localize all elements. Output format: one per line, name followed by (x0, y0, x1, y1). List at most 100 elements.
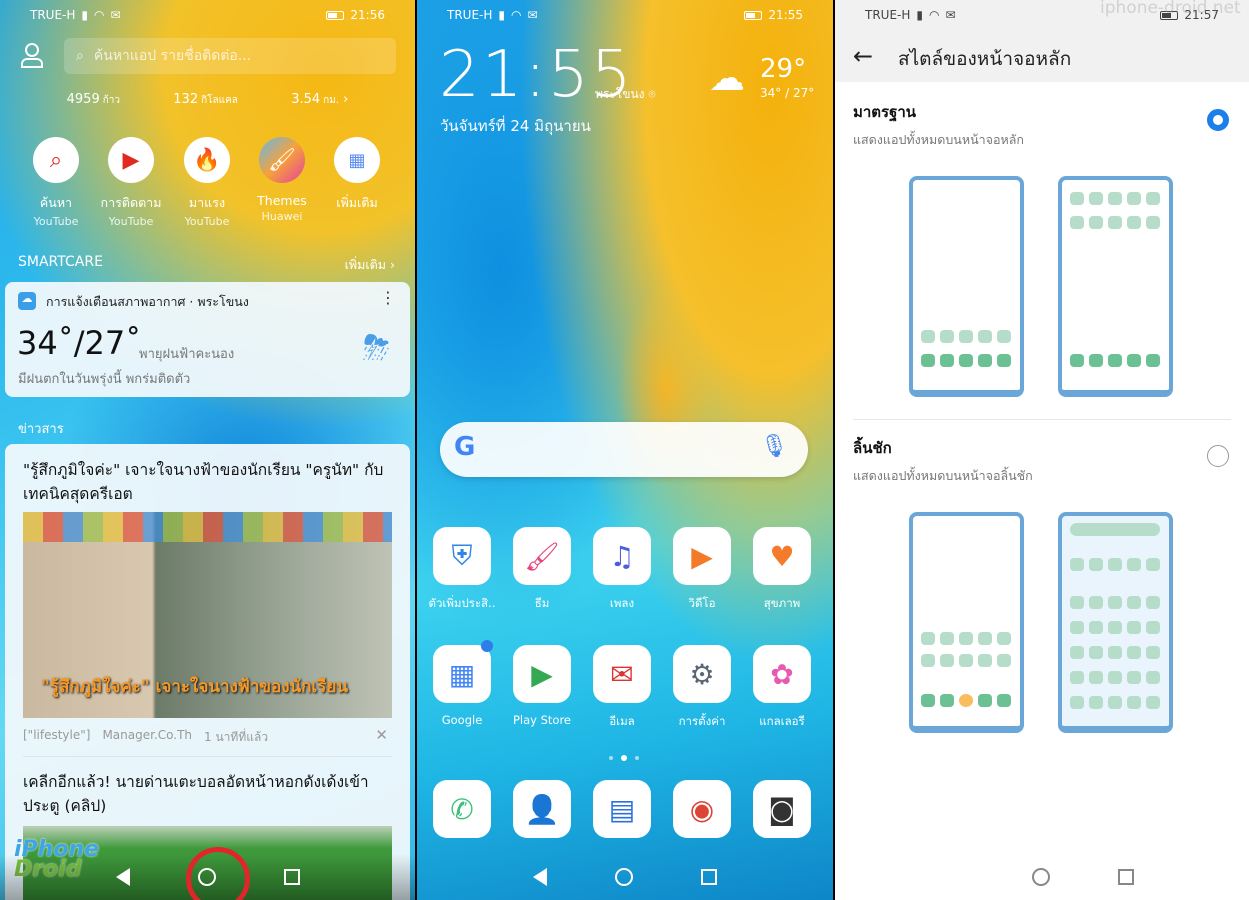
app-envelope[interactable]: ✉ อีเมล (582, 645, 662, 731)
location: พระโขนง ⌾ (595, 87, 656, 101)
health-stats[interactable]: 4959 ก้าว 132 กิโลแคล 3.54 กม. › (0, 92, 415, 108)
smartcare-heading: SMARTCARE (18, 254, 103, 270)
option-standard[interactable]: มาตรฐาน แสดงแอปทั้งหมดบนหน้าจอหลัก (853, 100, 1024, 150)
app-tile (940, 654, 954, 667)
app-folder[interactable]: ▦ Google (422, 645, 502, 731)
option-drawer[interactable]: ลิ้นชัก แสดงแอปทั้งหมดบนหน้าจอลิ้นชัก (853, 436, 1033, 486)
back-button[interactable] (533, 868, 547, 886)
notification-badge (481, 640, 493, 652)
shortcut-search-youtube[interactable]: ⌕ ค้นหา YouTube (18, 137, 94, 228)
app-tile (1070, 192, 1084, 205)
weather-alert-card[interactable]: ☁ การแจ้งเตือนสภาพอากาศ · พระโขนง ⋮ 34˚/… (5, 282, 410, 397)
dismiss-icon[interactable]: ✕ (375, 726, 388, 744)
app-tile (1127, 671, 1141, 684)
app-tile (940, 694, 954, 707)
app-gear[interactable]: ⚙ การตั้งค่า (662, 645, 742, 731)
search-input[interactable]: ⌕ ค้นหาแอป รายชื่อติดต่อ... (64, 38, 396, 74)
smartcare-more-link[interactable]: เพิ่มเติม › (345, 255, 395, 275)
news-title[interactable]: "รู้สึกภูมิใจค่ะ" เจาะใจนางฟ้าของนักเรีย… (23, 458, 398, 506)
shortcut-trending-youtube[interactable]: 🔥 มาแรง YouTube (169, 137, 245, 228)
page-title: สไตล์ของหน้าจอหลัก (898, 48, 1072, 70)
app-play-store[interactable]: ▶ Play Store (502, 645, 582, 731)
home-button[interactable] (1032, 868, 1050, 886)
app-music-note[interactable]: ♫ เพลง (582, 527, 662, 613)
back-arrow-icon[interactable]: ← (853, 42, 873, 70)
app-messages[interactable]: ▤ (582, 780, 662, 848)
app-tile (1127, 621, 1141, 634)
drawer-home-preview (909, 512, 1024, 733)
app-tile (1146, 558, 1160, 571)
app-label: ธีม (534, 596, 550, 610)
app-tile (1089, 354, 1103, 367)
app-tile (940, 330, 954, 343)
back-button[interactable] (950, 868, 964, 886)
app-tile (1146, 671, 1160, 684)
recents-button[interactable] (283, 869, 300, 885)
recents-button[interactable] (1118, 869, 1134, 885)
microphone-icon[interactable]: 🎙 (760, 434, 788, 459)
app-tile (978, 694, 992, 707)
profile-icon[interactable] (20, 42, 44, 74)
app-video-play[interactable]: ▶ วิดีโอ (662, 527, 742, 613)
smartcare-screen: TRUE-H ▮ ◠ ✉ 21:56 ⌕ ค้นหาแอป รายชื่อติดต่อ… (0, 0, 415, 900)
home-screen: TRUE-H ▮ ◠ ✉ 21:55 21:55 พระโขนง ⌾ วันจันทร… (417, 0, 833, 900)
radio-drawer[interactable] (1207, 445, 1229, 467)
app-tile (1089, 192, 1103, 205)
app-tile (1146, 216, 1160, 229)
news-title[interactable]: เคลีกอีกแล้ว! นายด่านเตะบอลอัดหน้าหอกดัง… (23, 770, 398, 818)
app-tile (1146, 696, 1160, 709)
more-vert-icon[interactable]: ⋮ (380, 288, 396, 307)
subscriptions-icon: ▶ (108, 137, 154, 183)
app-tile (1108, 354, 1122, 367)
app-shield[interactable]: ⛨ ตัวเพิ่มประสิ.. (422, 527, 502, 613)
google-search-bar[interactable]: G 🎙 (440, 422, 808, 477)
app-tile (1089, 558, 1103, 571)
app-tile (978, 654, 992, 667)
app-heart[interactable]: ♥ สุขภาพ (742, 527, 822, 613)
news-image[interactable]: "รู้สึกภูมิใจค่ะ" เจาะใจนางฟ้าของนักเรีย… (23, 512, 392, 718)
page-indicator[interactable] (609, 755, 639, 761)
shortcut-more[interactable]: ▦ เพิ่มเติม (319, 137, 395, 213)
mail-icon: ✉ (945, 8, 956, 22)
navigation-bar (417, 854, 833, 900)
shortcut-themes-huawei[interactable]: 🖌 Themes Huawei (244, 137, 320, 223)
app-tile (1070, 216, 1084, 229)
weather-temp: 34˚/27˚ (17, 324, 142, 362)
app-label: เพลง (609, 596, 635, 610)
app-tile (1070, 696, 1084, 709)
app-tile (1108, 596, 1122, 609)
watermark: iphone-droid.net (1100, 0, 1241, 18)
app-tile (978, 354, 992, 367)
navigation-bar (835, 854, 1249, 900)
app-label: ตัวเพิ่มประสิ.. (428, 596, 496, 610)
app-camera[interactable]: ◙ (742, 780, 822, 848)
radio-standard-selected[interactable] (1207, 109, 1229, 131)
app-tile (997, 632, 1011, 645)
app-contacts[interactable]: 👤 (502, 780, 582, 848)
app-gallery-flower[interactable]: ✿ แกลเลอรี (742, 645, 822, 731)
shortcut-subscriptions-youtube[interactable]: ▶ การติดตาม YouTube (93, 137, 169, 228)
search-icon: ⌕ (33, 137, 79, 183)
wifi-icon: ◠ (511, 8, 522, 22)
divider (23, 756, 392, 757)
drawer-apps-preview (1058, 512, 1173, 733)
app-tile (959, 654, 973, 667)
app-chrome[interactable]: ◉ (662, 780, 742, 848)
app-tile (921, 354, 935, 367)
app-phone[interactable]: ✆ (422, 780, 502, 848)
app-tile (921, 654, 935, 667)
app-tile (1108, 696, 1122, 709)
app-tile (978, 330, 992, 343)
app-tile (997, 330, 1011, 343)
phone-icon: ✆ (433, 780, 491, 838)
back-button[interactable] (115, 868, 130, 886)
home-button[interactable] (615, 868, 633, 886)
paintbrush-icon: 🖌 (259, 137, 305, 183)
mail-icon: ✉ (527, 8, 538, 22)
app-tile (997, 694, 1011, 707)
app-tile (1089, 596, 1103, 609)
app-paintbrush[interactable]: 🖌 ธีม (502, 527, 582, 613)
recents-button[interactable] (701, 869, 717, 885)
weather-temp[interactable]: 29° (760, 54, 806, 84)
standard-home-full-preview (1058, 176, 1173, 397)
